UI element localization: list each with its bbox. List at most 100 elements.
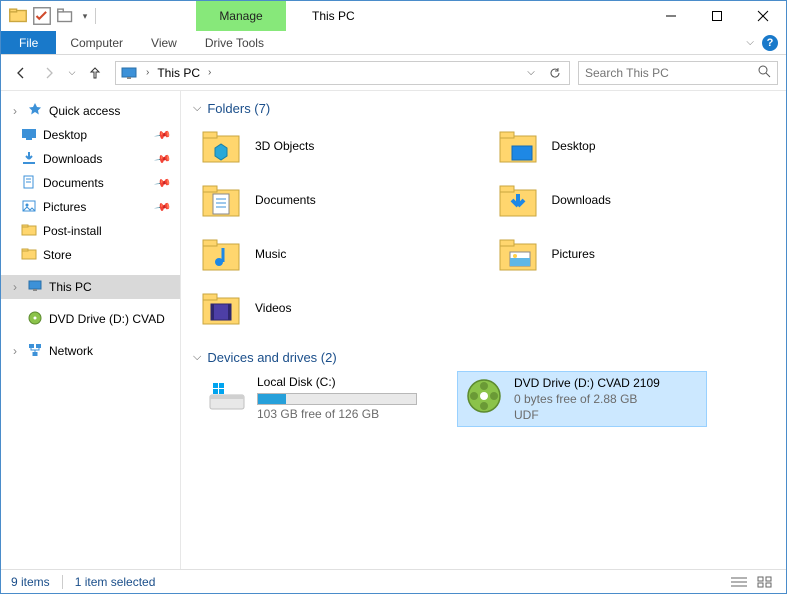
sidebar-item-this-pc[interactable]: › This PC (1, 275, 180, 299)
contextual-tab-manage[interactable]: Manage (196, 1, 286, 31)
address-location-icon (120, 64, 138, 82)
drive-title: DVD Drive (D:) CVAD 2109 (514, 376, 660, 390)
search-input[interactable] (585, 66, 758, 80)
address-history-dropdown[interactable]: ⌵ (521, 63, 541, 83)
pin-icon: 📌 (154, 198, 173, 217)
drive-usage-bar (257, 393, 417, 405)
nav-forward-button[interactable] (37, 61, 61, 85)
sidebar-item-network[interactable]: › Network (1, 339, 180, 363)
chevron-right-icon[interactable]: › (13, 104, 17, 118)
address-crumb-sep-icon[interactable]: › (208, 67, 211, 78)
folder-icon (21, 246, 37, 265)
picture-icon (21, 198, 37, 217)
nav-back-button[interactable] (9, 61, 33, 85)
nav-up-button[interactable] (83, 61, 107, 85)
desktop-icon (21, 126, 37, 145)
pin-icon: 📌 (154, 150, 173, 169)
tab-view[interactable]: View (137, 31, 191, 54)
help-icon[interactable]: ? (762, 35, 778, 51)
ribbon-expand-icon[interactable]: ⌵ (746, 37, 754, 48)
sidebar-item-dvd-drive[interactable]: › DVD Drive (D:) CVAD (1, 307, 180, 331)
app-icon (7, 5, 29, 27)
sidebar-item-quick-access[interactable]: › Quick access (1, 99, 180, 123)
maximize-button[interactable] (694, 1, 740, 31)
folder-label: Pictures (552, 247, 595, 261)
folder-icon (498, 126, 538, 166)
drive-item-dvd[interactable]: DVD Drive (D:) CVAD 2109 0 bytes free of… (457, 371, 707, 427)
folder-icon (201, 234, 241, 274)
folder-item-desktop[interactable]: Desktop (498, 122, 775, 170)
sidebar-item-pictures[interactable]: Pictures 📌 (1, 195, 180, 219)
folder-item-videos[interactable]: Videos (201, 284, 478, 332)
folder-item-pictures[interactable]: Pictures (498, 230, 775, 278)
group-header-drives[interactable]: ⌵ Devices and drives (2) (193, 350, 774, 365)
chevron-right-icon[interactable]: › (13, 280, 17, 294)
document-icon (21, 174, 37, 193)
folder-item-3d-objects[interactable]: 3D Objects (201, 122, 478, 170)
sidebar-item-label: Quick access (49, 104, 120, 118)
qat-separator (95, 8, 96, 24)
drive-title: Local Disk (C:) (257, 375, 417, 389)
folder-icon (498, 234, 538, 274)
status-bar: 9 items 1 item selected (1, 569, 786, 593)
nav-recent-dropdown[interactable]: ⌵ (65, 61, 79, 85)
window-controls (648, 1, 786, 31)
refresh-button[interactable] (545, 63, 565, 83)
folder-icon (498, 180, 538, 220)
sidebar-item-documents[interactable]: Documents 📌 (1, 171, 180, 195)
close-button[interactable] (740, 1, 786, 31)
folders-grid: 3D Objects Desktop Documents (193, 122, 774, 332)
star-icon (27, 102, 43, 121)
address-bar[interactable]: › This PC › ⌵ (115, 61, 570, 85)
address-crumb-thispc[interactable]: This PC (157, 66, 200, 80)
download-icon (21, 150, 37, 169)
chevron-down-icon: ⌵ (193, 102, 201, 115)
sidebar-item-label: Post-install (43, 224, 102, 238)
status-separator (62, 575, 63, 589)
drive-filesystem: UDF (514, 408, 660, 422)
folder-item-downloads[interactable]: Downloads (498, 176, 775, 224)
drives-grid: Local Disk (C:) 103 GB free of 126 GB DV… (193, 371, 774, 427)
sidebar-item-label: Documents (43, 176, 104, 190)
group-header-folders[interactable]: ⌵ Folders (7) (193, 101, 774, 116)
qat-new-folder-icon[interactable] (55, 5, 77, 27)
sidebar-item-downloads[interactable]: Downloads 📌 (1, 147, 180, 171)
group-header-label: Folders (7) (207, 101, 270, 116)
search-box[interactable] (578, 61, 778, 85)
qat-properties-icon[interactable] (31, 5, 53, 27)
folder-item-music[interactable]: Music (201, 230, 478, 278)
tab-computer[interactable]: Computer (56, 31, 137, 54)
view-details-button[interactable] (728, 573, 750, 591)
search-icon[interactable] (758, 65, 771, 81)
folder-label: Videos (255, 301, 291, 315)
folder-item-documents[interactable]: Documents (201, 176, 478, 224)
explorer-window: ▾ Manage This PC File Computer View Driv… (0, 0, 787, 594)
view-large-icons-button[interactable] (754, 573, 776, 591)
qat-dropdown-icon[interactable]: ▾ (79, 5, 91, 27)
address-crumb-sep-icon[interactable]: › (146, 67, 149, 78)
titlebar: ▾ Manage This PC (1, 1, 786, 31)
sidebar-item-label: Pictures (43, 200, 86, 214)
tab-drive-tools[interactable]: Drive Tools (191, 31, 278, 54)
drive-free-space: 0 bytes free of 2.88 GB (514, 392, 660, 406)
drive-free-space: 103 GB free of 126 GB (257, 407, 417, 421)
hard-disk-icon (207, 375, 247, 415)
folder-label: Downloads (552, 193, 611, 207)
chevron-right-icon[interactable]: › (13, 344, 17, 358)
navbar: ⌵ › This PC › ⌵ (1, 55, 786, 91)
folder-label: Desktop (552, 139, 596, 153)
sidebar-item-store[interactable]: Store (1, 243, 180, 267)
sidebar-item-label: This PC (49, 280, 92, 294)
disc-icon (464, 376, 504, 416)
folder-icon (201, 126, 241, 166)
folder-label: Music (255, 247, 286, 261)
sidebar-item-post-install[interactable]: Post-install (1, 219, 180, 243)
sidebar-item-desktop[interactable]: Desktop 📌 (1, 123, 180, 147)
folder-icon (21, 222, 37, 241)
sidebar-item-label: Desktop (43, 128, 87, 142)
view-toggles (728, 573, 776, 591)
ribbon-tabs: File Computer View Drive Tools ⌵ ? (1, 31, 786, 55)
tab-file[interactable]: File (1, 31, 56, 54)
drive-item-local-disk[interactable]: Local Disk (C:) 103 GB free of 126 GB (201, 371, 451, 427)
minimize-button[interactable] (648, 1, 694, 31)
